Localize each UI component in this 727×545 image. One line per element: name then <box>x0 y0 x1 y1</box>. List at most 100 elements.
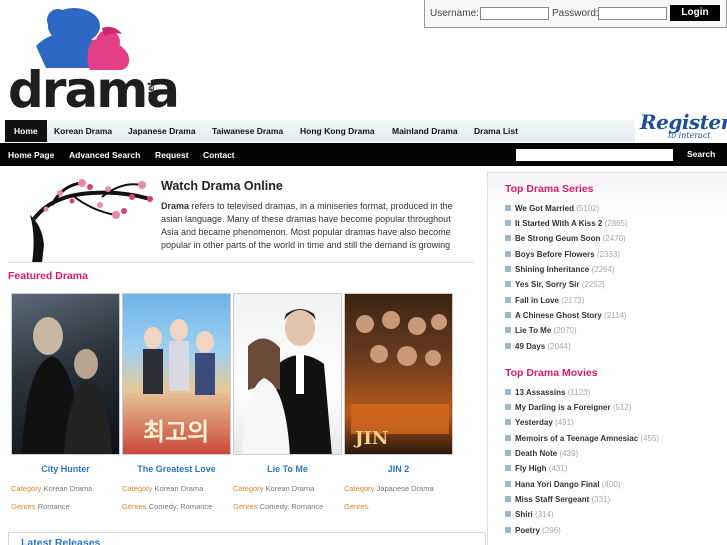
show-genres: Genres Comedy, Romance <box>233 502 323 511</box>
top-movies-title: Top Drama Movies <box>505 367 598 379</box>
square-bullet-icon <box>505 281 511 287</box>
poster-jin-2[interactable]: JIN <box>344 293 453 455</box>
top-movie-item[interactable]: Memoirs of a Teenage Amnesiac (455) <box>505 434 659 443</box>
login-button[interactable]: Login <box>670 5 720 21</box>
divider <box>8 262 474 263</box>
latest-releases-panel: Latest Releases <box>8 532 486 545</box>
top-movie-item[interactable]: Yesterday (491) <box>505 418 574 427</box>
show-category: Category Japanese Drama <box>344 484 434 493</box>
genres-value[interactable]: Comedy, Romance <box>149 502 213 511</box>
genres-value[interactable]: Romance <box>38 502 70 511</box>
nav-hong-kong-drama[interactable]: Hong Kong Drama <box>300 120 375 142</box>
top-series-item[interactable]: A Chinese Ghost Story (2114) <box>505 311 627 320</box>
nav-mainland-drama[interactable]: Mainland Drama <box>392 120 458 142</box>
top-series-item[interactable]: Boys Before Flowers (2333) <box>505 250 620 259</box>
show-title[interactable]: Lie To Me <box>233 464 342 474</box>
category-label: Category <box>11 484 42 493</box>
top-movie-item[interactable]: Hana Yori Dango Final (400) <box>505 480 621 489</box>
poster-lie-to-me[interactable] <box>233 293 342 455</box>
top-series-item[interactable]: Be Strong Geum Soon (2470) <box>505 234 626 243</box>
sidebar: Top Drama Series We Got Married (5102) I… <box>487 172 727 545</box>
square-bullet-icon <box>505 235 511 241</box>
genres-label: Genres <box>122 502 147 511</box>
svg-text:최고의: 최고의 <box>143 418 209 446</box>
square-bullet-icon <box>505 496 511 502</box>
featured-drama-title: Featured Drama <box>8 270 88 282</box>
show-category: Category Korean Drama <box>11 484 92 493</box>
poster-city-hunter[interactable] <box>11 293 120 455</box>
top-series-item[interactable]: Fall in Love (2173) <box>505 296 584 305</box>
show-category: Category Korean Drama <box>233 484 314 493</box>
username-input[interactable] <box>480 7 549 20</box>
square-bullet-icon <box>505 404 511 410</box>
nav-home[interactable]: Home <box>5 120 47 142</box>
top-series-item[interactable]: It Started With A Kiss 2 (2865) <box>505 219 628 228</box>
category-value[interactable]: Korean Drama <box>266 484 315 493</box>
square-bullet-icon <box>505 205 511 211</box>
nav-taiwanese-drama[interactable]: Taiwanese Drama <box>212 120 283 142</box>
square-bullet-icon <box>505 435 511 441</box>
poster-the-greatest-love[interactable]: 최고의 <box>122 293 231 455</box>
nav-korean-drama[interactable]: Korean Drama <box>54 120 112 142</box>
square-bullet-icon <box>505 343 511 349</box>
nav-japanese-drama[interactable]: Japanese Drama <box>128 120 196 142</box>
username-label: Username: <box>430 8 479 19</box>
show-genres: Genres <box>344 502 369 511</box>
top-movie-item[interactable]: Fly High (431) <box>505 464 567 473</box>
nav-drama-list[interactable]: Drama List <box>474 120 518 142</box>
square-bullet-icon <box>505 450 511 456</box>
square-bullet-icon <box>505 266 511 272</box>
top-series-item[interactable]: Shining Inheritance (2264) <box>505 265 615 274</box>
square-bullet-icon <box>505 312 511 318</box>
nav-home-page[interactable]: Home Page <box>8 143 54 166</box>
top-movie-item[interactable]: Shiri (314) <box>505 510 554 519</box>
logo-suffix: .net <box>146 82 157 100</box>
square-bullet-icon <box>505 297 511 303</box>
search-button[interactable]: Search <box>680 143 722 166</box>
intro-lead: Drama <box>161 201 190 211</box>
square-bullet-icon <box>505 465 511 471</box>
genres-label: Genres <box>11 502 36 511</box>
primary-nav: Home Korean Drama Japanese Drama Taiwane… <box>5 120 635 142</box>
category-value[interactable]: Korean Drama <box>44 484 93 493</box>
password-label: Password: <box>552 8 599 19</box>
show-title[interactable]: The Greatest Love <box>122 464 231 474</box>
show-genres: Genres Comedy, Romance <box>122 502 212 511</box>
top-series-item[interactable]: We Got Married (5102) <box>505 204 599 213</box>
category-label: Category <box>122 484 153 493</box>
top-series-item[interactable]: 49 Days (2044) <box>505 342 571 351</box>
cherry-blossom-illustration <box>12 175 157 263</box>
square-bullet-icon <box>505 220 511 226</box>
square-bullet-icon <box>505 251 511 257</box>
category-label: Category <box>344 484 375 493</box>
show-title[interactable]: JIN 2 <box>344 464 453 474</box>
search-input[interactable] <box>516 149 673 161</box>
top-movie-item[interactable]: Miss Staff Sergeant (331) <box>505 495 610 504</box>
secondary-nav: Home Page Advanced Search Request Contac… <box>0 143 727 166</box>
password-input[interactable] <box>598 7 667 20</box>
top-series-item[interactable]: Yes Sir, Sorry Sir (2252) <box>505 280 605 289</box>
top-movie-item[interactable]: 13 Assassins (1123) <box>505 388 590 397</box>
genres-label: Genres <box>344 502 369 511</box>
site-logo[interactable]: drama .net <box>6 6 180 120</box>
top-movie-item[interactable]: My Darling is a Foreigner (512) <box>505 403 632 412</box>
show-title[interactable]: City Hunter <box>11 464 120 474</box>
square-bullet-icon <box>505 481 511 487</box>
top-movie-item[interactable]: Death Note (439) <box>505 449 578 458</box>
genres-value[interactable]: Comedy, Romance <box>260 502 324 511</box>
category-value[interactable]: Japanese Drama <box>377 484 434 493</box>
nav-contact[interactable]: Contact <box>203 143 235 166</box>
square-bullet-icon <box>505 527 511 533</box>
category-value[interactable]: Korean Drama <box>155 484 204 493</box>
top-series-item[interactable]: Lie To Me (2070) <box>505 326 577 335</box>
nav-request[interactable]: Request <box>155 143 189 166</box>
show-category: Category Korean Drama <box>122 484 203 493</box>
intro-paragraph: Drama refers to televised dramas, in a m… <box>161 200 466 252</box>
square-bullet-icon <box>505 511 511 517</box>
svg-text:JIN: JIN <box>353 428 388 449</box>
category-label: Category <box>233 484 264 493</box>
genres-label: Genres <box>233 502 258 511</box>
register-subtitle: to interact <box>668 131 711 140</box>
top-movie-item[interactable]: Poetry (296) <box>505 526 561 535</box>
nav-advanced-search[interactable]: Advanced Search <box>69 143 140 166</box>
